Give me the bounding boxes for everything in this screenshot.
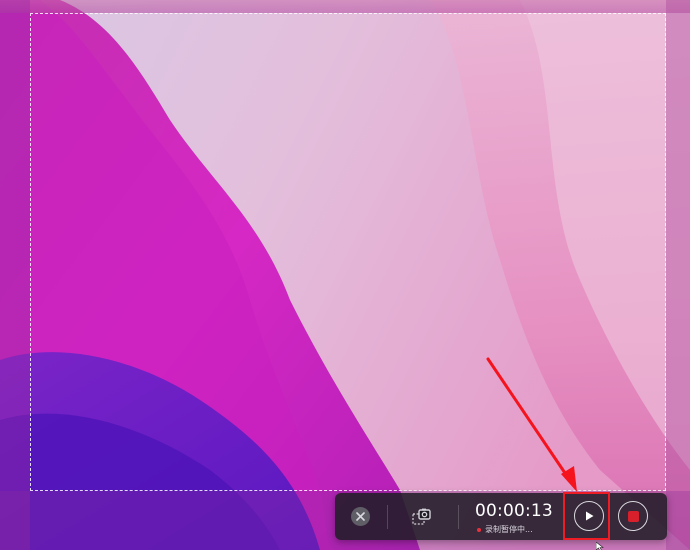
play-icon [586,511,594,521]
mouse-cursor-icon [596,542,604,550]
toolbar-divider [387,505,388,529]
status-dot-icon [477,527,481,532]
close-button[interactable] [351,507,370,526]
recording-toolbar: 00:00:13 录制暂停中... [335,493,667,540]
elapsed-time: 00:00:13 [475,501,553,521]
desktop-screen: 00:00:13 录制暂停中... [0,0,690,550]
resume-recording-button[interactable] [574,501,604,531]
recording-status: 录制暂停中... [477,524,533,535]
desktop-wallpaper [0,0,690,550]
screenshot-button[interactable] [408,503,436,531]
stop-recording-button[interactable] [618,501,648,531]
camera-icon [412,508,431,525]
status-text: 录制暂停中... [485,525,533,534]
close-icon [356,512,365,521]
toolbar-divider [458,505,459,529]
stop-icon [627,510,639,522]
